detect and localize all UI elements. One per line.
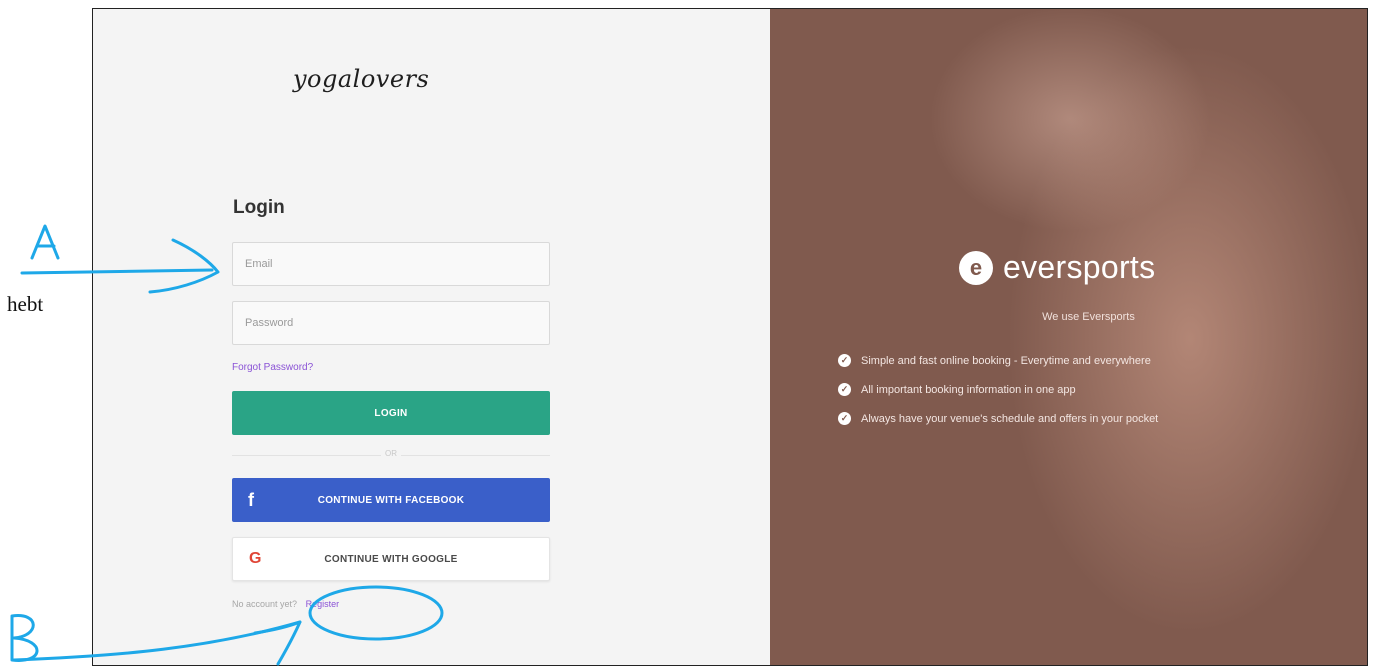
password-input[interactable] bbox=[233, 302, 549, 344]
yogalovers-logo: yogalovers bbox=[293, 65, 430, 93]
annotation-b-letter bbox=[10, 614, 39, 662]
feature-text: Always have your venue's schedule and of… bbox=[861, 412, 1159, 425]
check-circle-icon: ✓ bbox=[838, 354, 851, 367]
register-link[interactable]: Register bbox=[306, 599, 340, 609]
no-account-text: No account yet? Register bbox=[232, 599, 339, 609]
google-button-label: CONTINUE WITH GOOGLE bbox=[324, 553, 458, 565]
screenshot-frame: yogalovers Login Forgot Password? LOGIN … bbox=[92, 8, 1368, 666]
promo-panel: e eversports We use Eversports ✓ Simple … bbox=[770, 9, 1367, 665]
feature-text: All important booking information in one… bbox=[861, 383, 1076, 396]
check-circle-icon: ✓ bbox=[838, 383, 851, 396]
no-account-label: No account yet? bbox=[232, 599, 298, 609]
login-button[interactable]: LOGIN bbox=[232, 391, 550, 435]
feature-item: ✓ Always have your venue's schedule and … bbox=[838, 404, 1158, 433]
login-title: Login bbox=[233, 197, 285, 218]
feature-item: ✓ All important booking information in o… bbox=[838, 375, 1158, 404]
continue-with-facebook-button[interactable]: f CONTINUE WITH FACEBOOK bbox=[232, 478, 550, 522]
eversports-brand-name: eversports bbox=[1003, 249, 1156, 285]
eversports-logo: e eversports bbox=[959, 249, 1155, 286]
facebook-icon: f bbox=[248, 489, 255, 510]
eversports-tagline: We use Eversports bbox=[1042, 311, 1135, 323]
annotation-label-b: B bbox=[12, 659, 13, 661]
google-icon: G bbox=[249, 550, 262, 567]
forgot-password-link[interactable]: Forgot Password? bbox=[232, 362, 313, 373]
annotation-label-a: A bbox=[32, 256, 33, 259]
eversports-logo-icon: e bbox=[959, 250, 993, 285]
check-circle-icon: ✓ bbox=[838, 412, 851, 425]
email-field[interactable] bbox=[232, 242, 550, 286]
divider-or-text: OR bbox=[381, 449, 401, 458]
facebook-button-label: CONTINUE WITH FACEBOOK bbox=[317, 494, 465, 506]
continue-with-google-button[interactable]: G CONTINUE WITH GOOGLE bbox=[232, 537, 550, 581]
feature-item: ✓ Simple and fast online booking - Every… bbox=[838, 346, 1158, 375]
annotation-a-letter bbox=[30, 224, 60, 260]
email-input[interactable] bbox=[233, 243, 549, 285]
login-panel: yogalovers Login Forgot Password? LOGIN … bbox=[93, 9, 770, 665]
feature-list: ✓ Simple and fast online booking - Every… bbox=[838, 346, 1158, 433]
password-field[interactable] bbox=[232, 301, 550, 345]
side-note-hebt: hebt bbox=[7, 292, 44, 316]
feature-text: Simple and fast online booking - Everyti… bbox=[861, 354, 1151, 367]
